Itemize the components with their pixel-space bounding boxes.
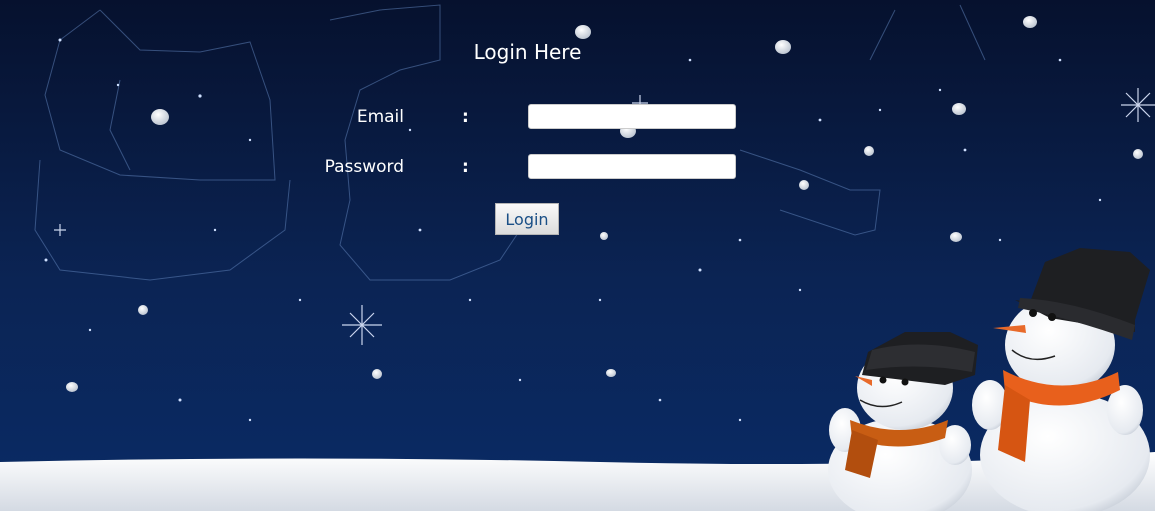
login-title: Login Here	[473, 40, 582, 64]
login-button[interactable]: Login	[495, 203, 559, 235]
password-input[interactable]	[528, 154, 736, 179]
password-label: Password	[324, 157, 404, 177]
email-input[interactable]	[528, 104, 736, 129]
email-label: Email	[356, 107, 404, 127]
winter-night-background	[0, 0, 1155, 511]
password-colon: :	[462, 157, 469, 177]
email-colon: :	[462, 107, 469, 127]
